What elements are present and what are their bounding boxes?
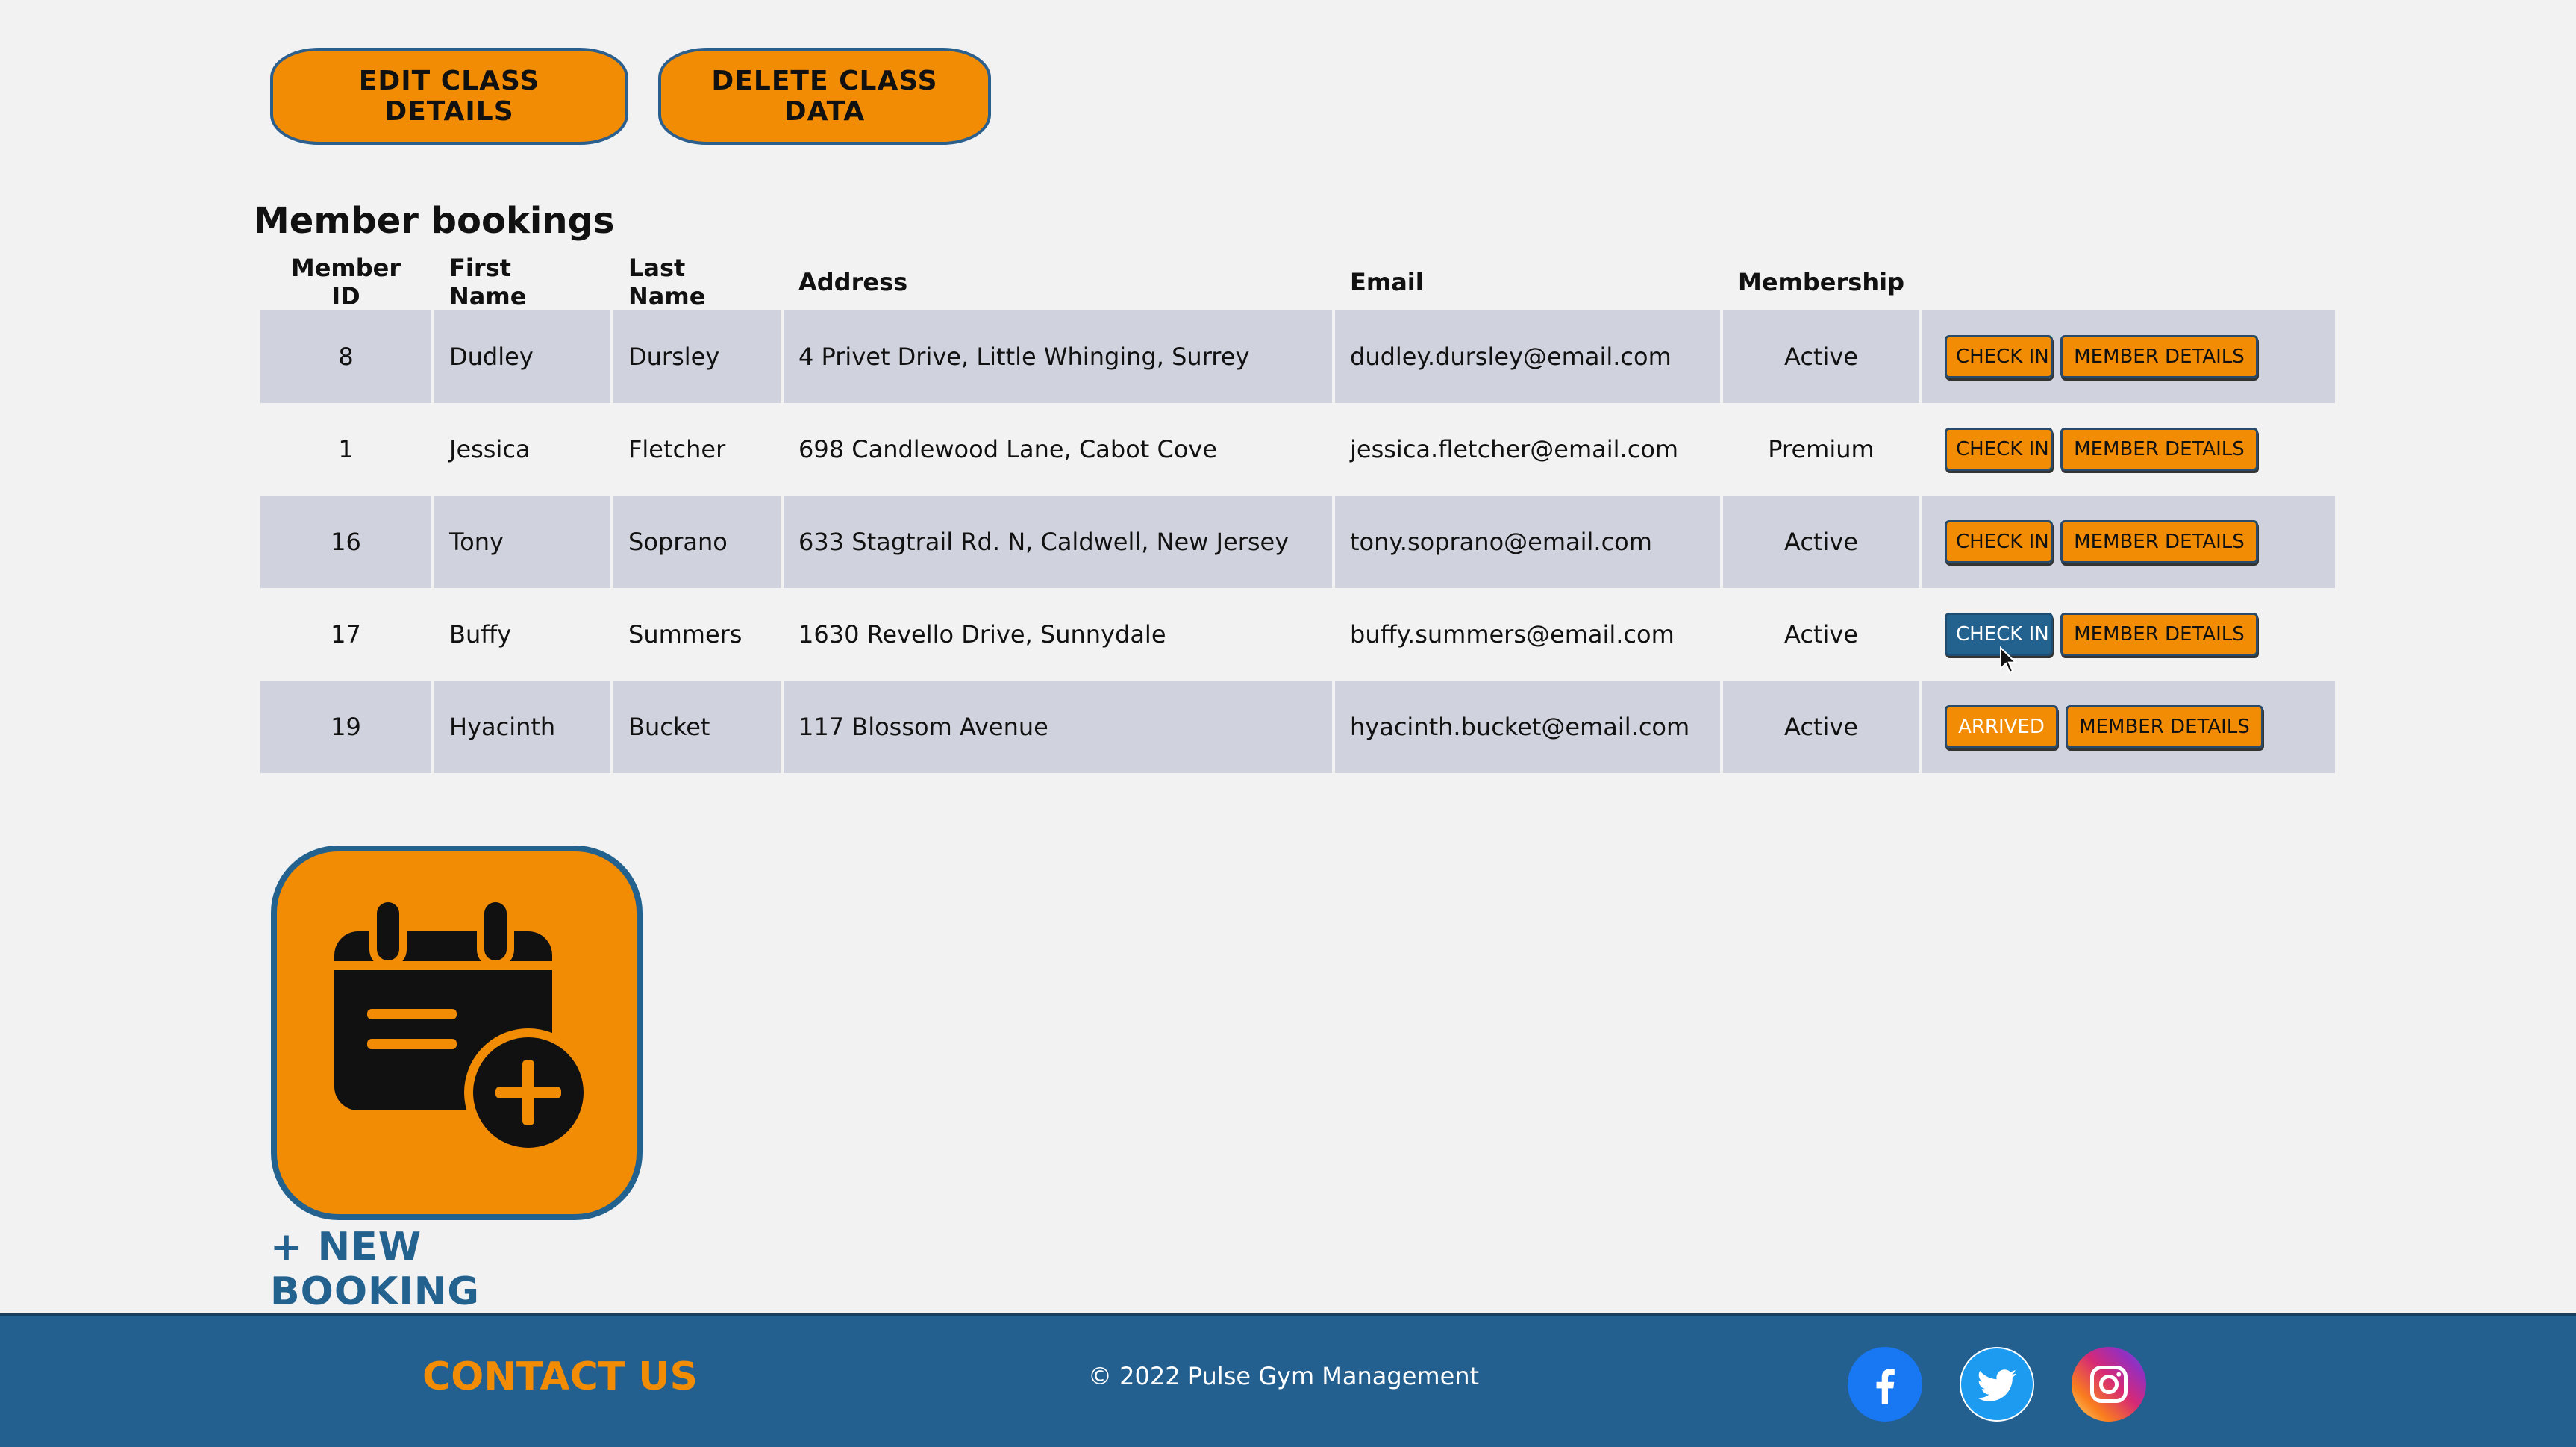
cell-address: 1630 Revello Drive, Sunnydale bbox=[798, 620, 1166, 649]
cell-membership: Active bbox=[1723, 681, 1919, 773]
delete-class-data-button[interactable]: DELETE CLASS DATA bbox=[658, 48, 991, 145]
table-header-row: Member ID First Name Last Name Address E… bbox=[260, 254, 2335, 310]
cell-first-name: Jessica bbox=[449, 435, 531, 463]
member-details-button[interactable]: MEMBER DETAILS bbox=[2060, 520, 2258, 563]
cell-membership: Active bbox=[1784, 620, 1858, 649]
header-first-name: First Name bbox=[449, 254, 527, 310]
arrived-button[interactable]: ARRIVED bbox=[1944, 705, 2058, 748]
new-booking-button[interactable]: + NEW BOOKING bbox=[270, 846, 643, 1314]
cell-first-name: Tony bbox=[434, 496, 610, 588]
cell-email: dudley.dursley@email.com bbox=[1335, 310, 1720, 403]
twitter-icon[interactable] bbox=[1960, 1347, 2034, 1422]
table-row: 8 Dudley Dursley 4 Privet Drive, Little … bbox=[260, 310, 2335, 403]
cell-actions: CHECK IN MEMBER DETAILS bbox=[1922, 588, 2335, 681]
copyright-text: © 2022 Pulse Gym Management bbox=[1088, 1362, 1480, 1390]
cell-address: 698 Candlewood Lane, Cabot Cove bbox=[798, 435, 1218, 463]
calendar-add-icon bbox=[271, 846, 643, 1220]
member-bookings-table: Member ID First Name Last Name Address E… bbox=[257, 254, 2338, 773]
cell-last-name: Bucket bbox=[613, 681, 781, 773]
cell-actions: ARRIVED MEMBER DETAILS bbox=[1922, 681, 2335, 773]
member-bookings-title: Member bookings bbox=[254, 200, 615, 242]
cell-member-id: 8 bbox=[260, 310, 431, 403]
cell-address: 633 Stagtrail Rd. N, Caldwell, New Jerse… bbox=[784, 496, 1332, 588]
cell-membership: Premium bbox=[1768, 435, 1875, 463]
header-member-id: Member ID bbox=[290, 254, 401, 310]
instagram-icon[interactable] bbox=[2072, 1347, 2146, 1422]
header-actions bbox=[1922, 254, 2335, 310]
cell-member-id: 16 bbox=[260, 496, 431, 588]
member-details-button[interactable]: MEMBER DETAILS bbox=[2060, 335, 2258, 378]
check-in-button[interactable]: CHECK IN bbox=[1944, 335, 2053, 378]
table-row: 1 Jessica Fletcher 698 Candlewood Lane, … bbox=[260, 403, 2335, 496]
cell-email: buffy.summers@email.com bbox=[1350, 620, 1675, 649]
cell-address: 4 Privet Drive, Little Whinging, Surrey bbox=[784, 310, 1332, 403]
cell-actions: CHECK IN MEMBER DETAILS bbox=[1922, 496, 2335, 588]
cell-last-name: Dursley bbox=[613, 310, 781, 403]
cell-last-name: Summers bbox=[628, 620, 743, 649]
table-row: 17 Buffy Summers 1630 Revello Drive, Sun… bbox=[260, 588, 2335, 681]
member-details-button[interactable]: MEMBER DETAILS bbox=[2060, 428, 2258, 471]
cell-member-id: 1 bbox=[338, 435, 354, 463]
cell-first-name: Buffy bbox=[449, 620, 512, 649]
cell-address: 117 Blossom Avenue bbox=[784, 681, 1332, 773]
cell-email: jessica.fletcher@email.com bbox=[1350, 435, 1679, 463]
social-links bbox=[1848, 1347, 2146, 1422]
class-actions: EDIT CLASS DETAILS DELETE CLASS DATA bbox=[270, 48, 991, 145]
new-booking-label: + NEW BOOKING bbox=[270, 1225, 480, 1314]
check-in-button[interactable]: CHECK IN bbox=[1944, 428, 2053, 471]
header-last-name: Last Name bbox=[628, 254, 706, 310]
cell-membership: Active bbox=[1723, 496, 1919, 588]
cell-member-id: 17 bbox=[331, 620, 361, 649]
header-email: Email bbox=[1350, 268, 1424, 296]
table-row: 19 Hyacinth Bucket 117 Blossom Avenue hy… bbox=[260, 681, 2335, 773]
facebook-icon[interactable] bbox=[1848, 1347, 1922, 1422]
cell-last-name: Soprano bbox=[613, 496, 781, 588]
member-details-button[interactable]: MEMBER DETAILS bbox=[2060, 613, 2258, 656]
cell-actions: CHECK IN MEMBER DETAILS bbox=[1922, 403, 2335, 496]
cell-first-name: Hyacinth bbox=[434, 681, 610, 773]
cell-last-name: Fletcher bbox=[628, 435, 726, 463]
cell-member-id: 19 bbox=[260, 681, 431, 773]
cell-actions: CHECK IN MEMBER DETAILS bbox=[1922, 310, 2335, 403]
header-address: Address bbox=[798, 268, 908, 296]
site-footer: CONTACT US © 2022 Pulse Gym Management bbox=[0, 1313, 2576, 1447]
member-details-button[interactable]: MEMBER DETAILS bbox=[2065, 705, 2263, 748]
cell-email: tony.soprano@email.com bbox=[1335, 496, 1720, 588]
table-row: 16 Tony Soprano 633 Stagtrail Rd. N, Cal… bbox=[260, 496, 2335, 588]
cell-first-name: Dudley bbox=[434, 310, 610, 403]
cell-membership: Active bbox=[1723, 310, 1919, 403]
header-membership: Membership bbox=[1738, 268, 1904, 296]
edit-class-details-button[interactable]: EDIT CLASS DETAILS bbox=[270, 48, 628, 145]
contact-us-link[interactable]: CONTACT US bbox=[422, 1354, 698, 1399]
check-in-button[interactable]: CHECK IN bbox=[1944, 520, 2053, 563]
mouse-cursor-icon bbox=[2000, 646, 2017, 674]
cell-email: hyacinth.bucket@email.com bbox=[1335, 681, 1720, 773]
